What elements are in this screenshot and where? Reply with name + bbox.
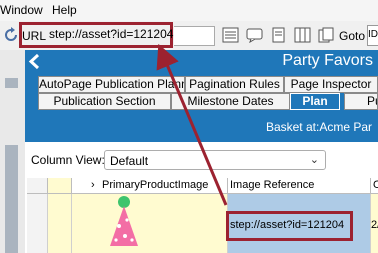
image-reference-callout-box [226, 211, 353, 241]
rail-marker [5, 78, 18, 88]
chevron-right-icon: › [91, 179, 95, 191]
goto-label[interactable]: Goto [339, 29, 365, 43]
basket-header: Basket at:Acme Par [25, 111, 378, 142]
tab-strip: AutoPage Publication Planner Pagination … [25, 73, 378, 111]
url-input-extension[interactable] [174, 26, 215, 46]
columns-icon[interactable] [294, 27, 311, 43]
grid-header-image-reference[interactable]: Image Reference [228, 178, 371, 194]
id-field[interactable]: ID [367, 25, 378, 46]
grid-header-primary-product-image-label: PrimaryProductImage [102, 179, 209, 191]
comment-icon[interactable] [246, 27, 263, 43]
rail-scroll-region[interactable] [5, 145, 18, 253]
grid-header-primary-product-image[interactable]: › PrimaryProductImage [72, 178, 228, 194]
id-field-text: ID [368, 29, 378, 40]
tab-page-inspector[interactable]: Page Inspector [284, 76, 378, 93]
tab-plan[interactable]: Plan [290, 93, 340, 110]
grid-row-header[interactable] [27, 194, 48, 253]
document-icon[interactable] [270, 27, 287, 43]
column-view-label: Column View: [31, 153, 105, 167]
grid-cell-image-reference[interactable]: step://asset?id=121204 [226, 194, 371, 253]
menu-window[interactable]: Window [0, 3, 43, 17]
refresh-icon[interactable] [3, 27, 19, 43]
panel-header: Party Favors [25, 50, 378, 73]
tab-autopage-publication-planner[interactable]: AutoPage Publication Planner [38, 76, 185, 93]
menu-bar: Window Help [0, 0, 378, 21]
chevron-down-icon: ⌄ [309, 154, 319, 166]
tab-pu[interactable]: Pu [344, 93, 378, 110]
content-area: Column View: Default ⌄ › PrimaryProductI… [25, 142, 378, 253]
column-view-select[interactable]: Default ⌄ [104, 150, 326, 170]
tab-publication-section[interactable]: Publication Section [38, 93, 171, 110]
grid-header-rownum [27, 178, 48, 194]
url-toolbar: URL Goto ID [0, 21, 378, 51]
basket-label: Basket at:Acme Par [265, 120, 372, 134]
grid-header-blank [48, 178, 72, 194]
chevron-left-icon[interactable] [28, 53, 42, 70]
list-view-icon[interactable] [222, 27, 239, 43]
panel-title: Party Favors [282, 52, 373, 69]
grid-cell-blank[interactable] [48, 194, 72, 253]
menu-help[interactable]: Help [52, 3, 77, 17]
column-view-value: Default [110, 154, 149, 168]
party-hat-image [110, 196, 138, 246]
tab-milestone-dates[interactable]: Milestone Dates [171, 93, 290, 110]
grid-cell-primary-product-image[interactable] [72, 194, 228, 253]
copy-icon[interactable] [318, 27, 335, 43]
tab-pagination-rules[interactable]: Pagination Rules [185, 76, 284, 93]
left-rail [0, 50, 26, 253]
data-grid: › PrimaryProductImage Image Reference O … [27, 178, 378, 253]
grid-cell-o[interactable]: 2/ [371, 194, 378, 253]
grid-header-o[interactable]: O [371, 178, 378, 194]
